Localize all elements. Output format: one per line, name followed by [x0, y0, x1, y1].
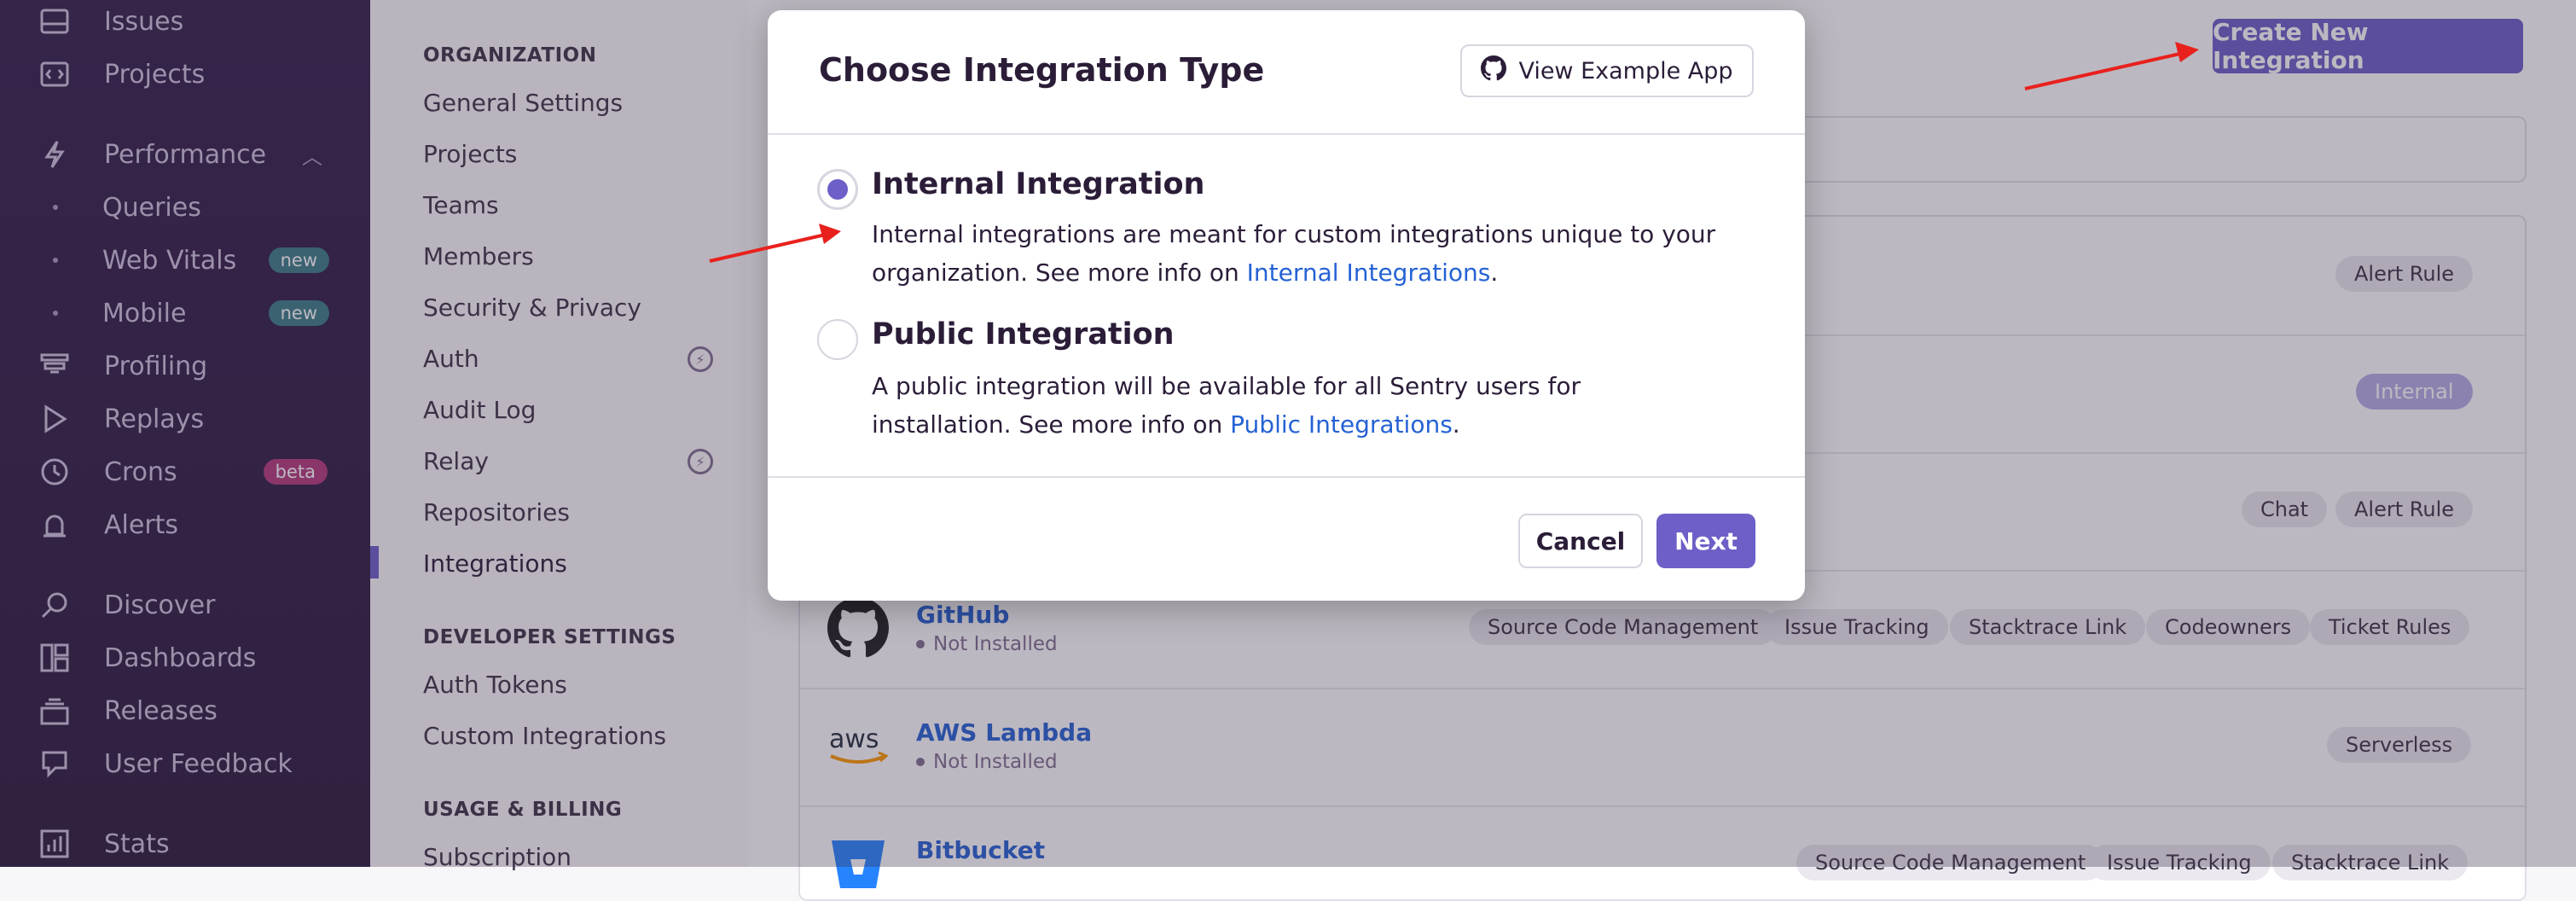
annotation-arrows	[709, 42, 2199, 263]
annotation-arrow-icon	[709, 224, 841, 263]
annotation-arrow-icon	[2024, 42, 2199, 90]
